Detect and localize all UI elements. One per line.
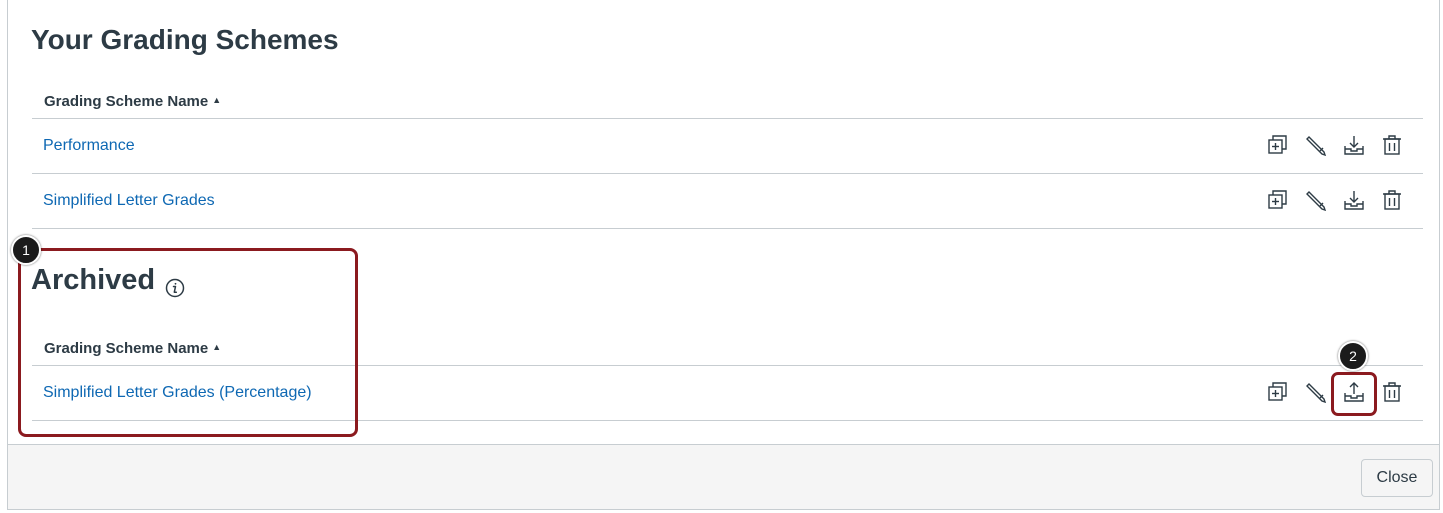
duplicate-icon bbox=[1267, 189, 1289, 214]
delete-button[interactable] bbox=[1373, 374, 1411, 412]
archived-grading-schemes-table: Grading Scheme Name ▲ Simplified Letter … bbox=[32, 331, 1423, 421]
column-header-label: Grading Scheme Name bbox=[44, 339, 209, 357]
your-grading-schemes-title: Your Grading Schemes bbox=[31, 24, 339, 55]
close-button[interactable]: Close bbox=[1361, 459, 1433, 497]
scheme-link-performance[interactable]: Performance bbox=[32, 137, 135, 155]
column-header-grading-scheme-name[interactable]: Grading Scheme Name ▲ bbox=[32, 331, 1423, 366]
edit-button[interactable] bbox=[1297, 182, 1335, 220]
duplicate-button[interactable] bbox=[1259, 182, 1297, 220]
row-actions bbox=[1259, 119, 1411, 173]
grading-schemes-table: Grading Scheme Name ▲ Performance Simpli… bbox=[32, 84, 1423, 229]
trash-icon bbox=[1381, 134, 1403, 159]
table-row: Simplified Letter Grades bbox=[32, 174, 1423, 229]
edit-button[interactable] bbox=[1297, 127, 1335, 165]
archive-icon bbox=[1343, 134, 1365, 159]
edit-pencil-icon bbox=[1305, 134, 1327, 159]
trash-icon bbox=[1381, 189, 1403, 214]
archived-title-text: Archived bbox=[31, 264, 156, 296]
archive-icon bbox=[1343, 189, 1365, 214]
delete-button[interactable] bbox=[1373, 182, 1411, 220]
table-row: Performance bbox=[32, 119, 1423, 174]
callout-badge-2: 2 bbox=[1338, 341, 1368, 371]
sort-ascending-icon: ▲ bbox=[212, 342, 222, 352]
trash-icon bbox=[1381, 381, 1403, 406]
modal-body: Your Grading Schemes Grading Scheme Name… bbox=[8, 0, 1439, 444]
row-actions bbox=[1259, 366, 1411, 420]
unarchive-button[interactable] bbox=[1335, 374, 1373, 412]
sort-ascending-icon: ▲ bbox=[212, 95, 222, 105]
scheme-link-simplified-letter-grades-percentage[interactable]: Simplified Letter Grades (Percentage) bbox=[32, 384, 312, 402]
archived-title: Archived bbox=[31, 264, 185, 297]
archive-button[interactable] bbox=[1335, 127, 1373, 165]
duplicate-button[interactable] bbox=[1259, 127, 1297, 165]
callout-badge-1: 1 bbox=[11, 235, 41, 265]
column-header-label: Grading Scheme Name bbox=[44, 92, 209, 110]
grading-schemes-modal: Your Grading Schemes Grading Scheme Name… bbox=[7, 0, 1440, 510]
scheme-link-simplified-letter-grades[interactable]: Simplified Letter Grades bbox=[32, 192, 215, 210]
duplicate-button[interactable] bbox=[1259, 374, 1297, 412]
archive-button[interactable] bbox=[1335, 182, 1373, 220]
edit-button[interactable] bbox=[1297, 374, 1335, 412]
info-icon[interactable] bbox=[165, 273, 185, 297]
table-row: Simplified Letter Grades (Percentage) bbox=[32, 366, 1423, 421]
duplicate-icon bbox=[1267, 134, 1289, 159]
edit-pencil-icon bbox=[1305, 189, 1327, 214]
duplicate-icon bbox=[1267, 381, 1289, 406]
modal-footer: Close bbox=[8, 444, 1439, 509]
column-header-grading-scheme-name[interactable]: Grading Scheme Name ▲ bbox=[32, 84, 1423, 119]
unarchive-icon bbox=[1343, 381, 1365, 406]
delete-button[interactable] bbox=[1373, 127, 1411, 165]
row-actions bbox=[1259, 174, 1411, 228]
edit-pencil-icon bbox=[1305, 381, 1327, 406]
